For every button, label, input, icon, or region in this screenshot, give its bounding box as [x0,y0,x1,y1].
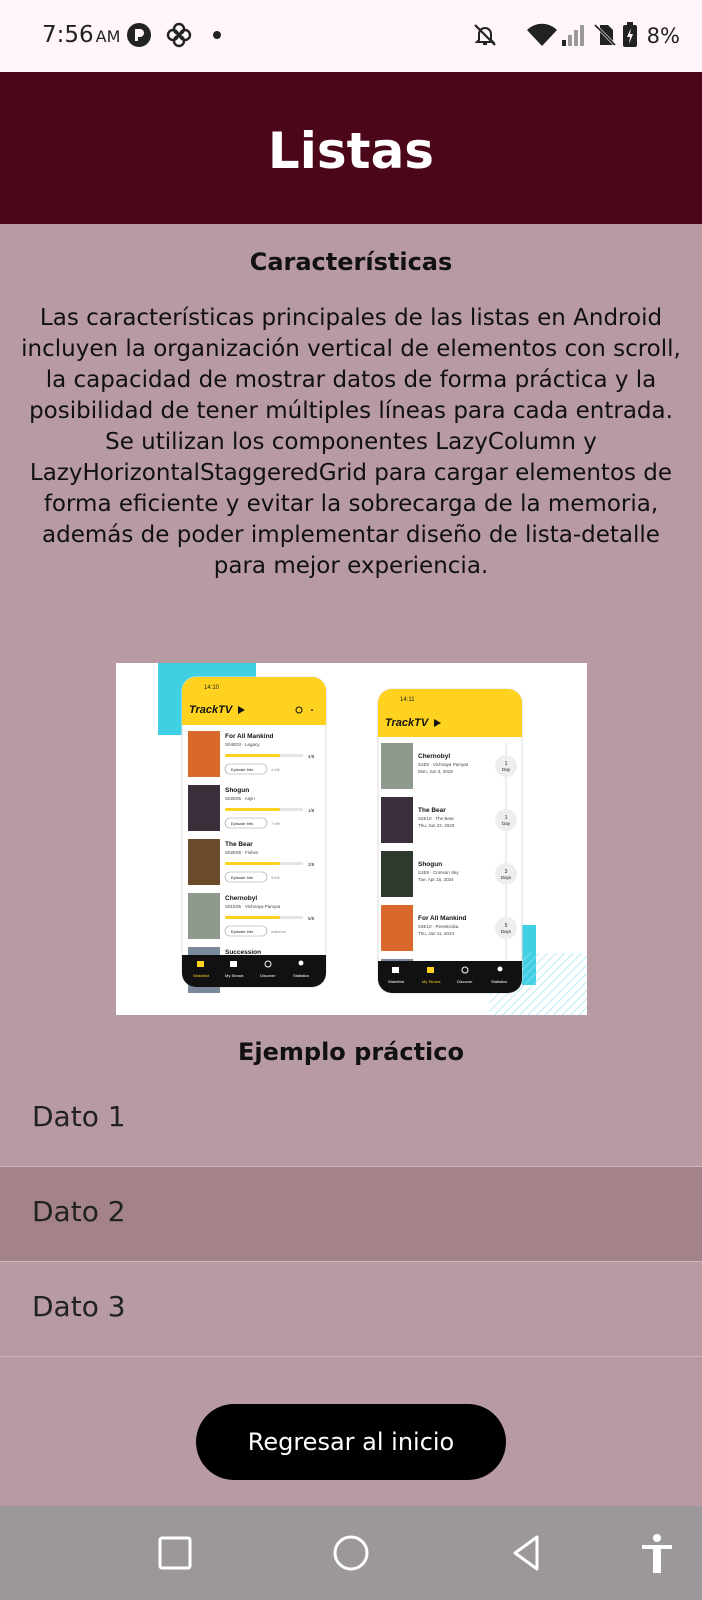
left-row-title: Shogun [225,787,249,794]
lists-illustration-image: 14:10 TrackTV For All Mankind S04E03 · Le… [116,663,587,1015]
left-row-button: Episode Info [231,767,254,772]
right-row-sub: S1E5 · Vichnaya Pamyat [418,762,469,767]
right-row-title: For All Mankind [418,915,467,922]
left-phone-logo: TrackTV [189,704,234,716]
page-title: Listas [267,122,435,180]
right-row-title: Chernobyl [418,753,450,760]
left-row-title: For All Mankind [225,733,274,740]
left-row-sub: S02E05 · Anjin [225,796,255,801]
left-row-count: 2/8 [308,862,315,867]
right-row-badge-unit: Days [501,875,512,880]
list-item[interactable]: Dato 3 [0,1262,702,1357]
right-row-date: Mon, Jun 3, 2019 [418,769,453,774]
recents-icon[interactable] [152,1530,198,1576]
right-row-badge-unit: Day [502,821,511,826]
list-item[interactable]: Dato 2 [0,1167,702,1262]
right-row-badge-unit: Day [502,767,511,772]
right-nav-discover: Discover [457,979,473,984]
left-row-title: Succession [225,949,261,956]
left-row-left: watched [271,929,286,934]
no-sim-icon [593,23,617,47]
features-heading: Características [249,248,453,276]
battery-charging-icon [623,22,637,47]
left-row-left: 4 left [271,767,281,772]
right-row-date: Tue, Apr 16, 2024 [418,877,454,882]
system-navigation-bar [0,1506,702,1600]
left-row-button: Episode Info [231,875,254,880]
left-row-title: The Bear [225,841,253,848]
left-nav-watchlist: Watchlist [193,973,210,978]
list-item-label: Dato 2 [32,1195,126,1228]
right-phone-logo: TrackTV [385,717,430,729]
left-row-count: 5/5 [308,916,315,921]
bell-off-icon [474,24,496,46]
left-row-count: 1/8 [308,808,315,813]
features-description: Las características principales de las l… [21,305,681,579]
left-nav-discover: Discover [260,973,276,978]
right-row-title: The Bear [418,807,446,814]
status-ampm: AM [95,27,121,46]
right-nav-watchlist: Watchlist [388,979,405,984]
right-nav-myshows: My Shows [422,979,440,984]
left-row-left: 7 left [271,821,281,826]
left-phone-mockup: 14:10 TrackTV For All Mankind S04E03 · Le… [181,676,327,993]
left-nav-myshows: My Shows [225,973,243,978]
pinwheel-icon [166,22,192,48]
accessibility-icon[interactable] [634,1530,680,1576]
dot-icon [213,31,221,39]
left-row-sub: S02E06 · Fishes [225,850,259,855]
wifi-icon [527,23,557,46]
list-item-label: Dato 3 [32,1290,126,1323]
left-row-button: Episode Info [231,929,254,934]
right-row-date: Thu, Jan 11, 2024 [418,931,454,936]
right-row-sub: S2E10 · The Bear [418,816,454,821]
left-nav-statistics: Statistics [293,973,309,978]
status-time: 7:56 AM [42,22,121,48]
battery-percent: 8% [646,24,680,48]
left-row-sub: S01E05 · Vichnaya Pamyat [225,904,281,909]
left-row-title: Chernobyl [225,895,257,902]
signal-icon [562,25,584,46]
top-app-bar: Listas [0,72,702,224]
app-notification-icon [127,23,151,47]
left-row-count: 4/8 [308,754,315,759]
back-home-button[interactable]: Regresar al inicio [196,1404,506,1480]
right-row-badge-unit: Days [501,929,512,934]
right-row-title: Shogun [418,861,442,868]
right-phone-mockup: 14:11 TrackTV Chernobyl S1E5 · Vichnaya P… [377,688,523,994]
left-row-left: 3 left [271,875,281,880]
list-item-label: Dato 1 [32,1100,126,1133]
right-phone-time: 14:11 [400,697,415,703]
right-row-sub: S4E10 · Perestroika [418,924,459,929]
right-nav-statistics: Statistics [491,979,507,984]
right-row-sub: S1E6 · Crimson Sky [418,870,459,875]
right-row-date: Thu, Jun 22, 2023 [418,823,455,828]
back-icon[interactable] [504,1530,550,1576]
list-item[interactable]: Dato 1 [0,1072,702,1167]
status-bar: 7:56 AM 8% [0,0,702,72]
example-heading: Ejemplo práctico [237,1038,464,1066]
home-icon[interactable] [328,1530,374,1576]
left-row-button: Episode Info [231,821,254,826]
left-row-sub: S04E03 · Legacy [225,742,260,747]
left-phone-time: 14:10 [204,685,220,691]
